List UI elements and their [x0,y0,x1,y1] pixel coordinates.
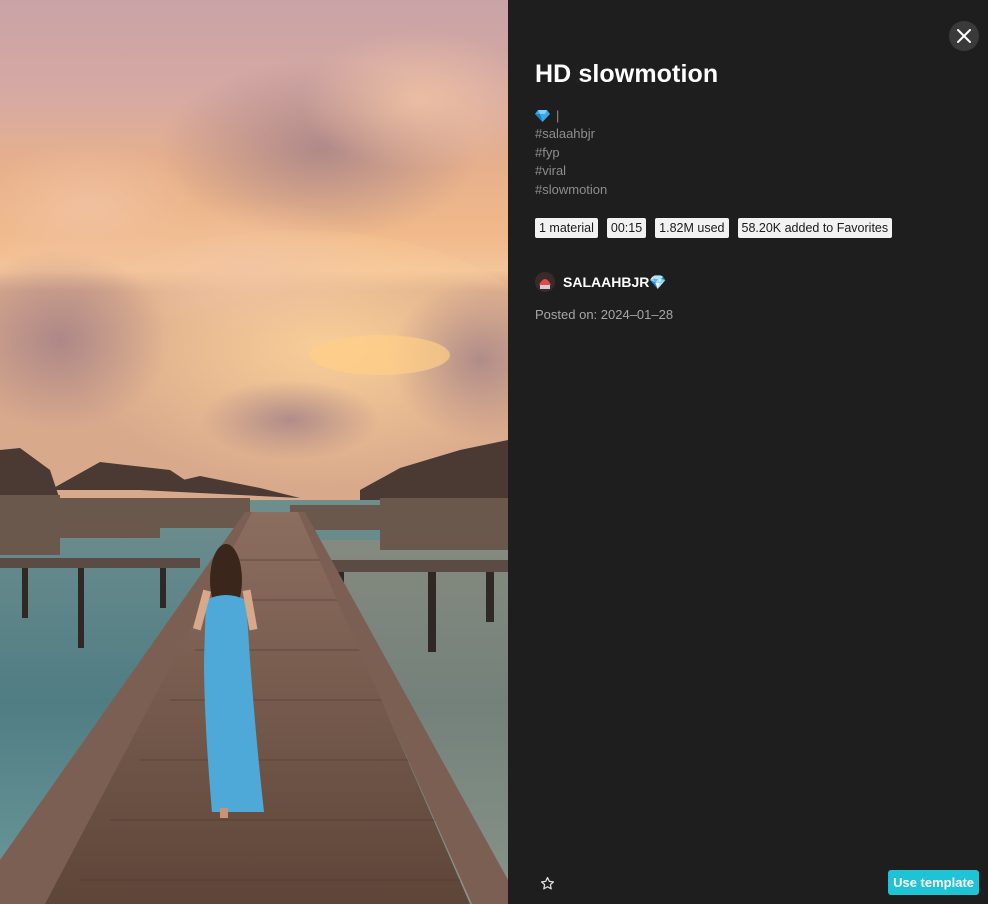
template-description: | #salaahbjr #fyp #viral #slowmotion [535,107,607,199]
description-line: #slowmotion [535,181,608,197]
gem-icon [535,110,550,122]
description-line: #fyp [535,144,560,160]
close-button[interactable] [949,21,979,51]
video-preview[interactable] [0,0,508,904]
description-line: #salaahbjr [535,126,595,141]
author-info[interactable]: SALAAHBJR💎 [535,272,667,292]
template-title: HD slowmotion [535,60,719,88]
avatar[interactable] [535,272,555,292]
avatar-icon [535,272,555,292]
preview-image [0,0,508,904]
favorite-button[interactable] [535,871,559,895]
author-name[interactable]: SALAAHBJR💎 [563,274,667,291]
description-line: | [556,107,560,123]
posted-date: Posted on: 2024–01–28 [535,307,674,322]
use-template-button[interactable]: Use template [888,870,979,895]
material-count-badge: 1 material [535,218,598,238]
usage-count-badge: 1.82M used [655,218,729,238]
template-stats: 1 material 00:15 1.82M used 58.20K added… [535,218,893,238]
duration-badge: 00:15 [606,218,647,238]
star-icon [540,876,554,889]
favorites-count-badge: 58.20K added to Favorites [737,218,893,238]
close-icon [957,29,971,43]
template-detail-panel: HD slowmotion | #salaahbjr #fyp #viral #… [508,0,988,904]
description-line: #viral [535,163,567,179]
